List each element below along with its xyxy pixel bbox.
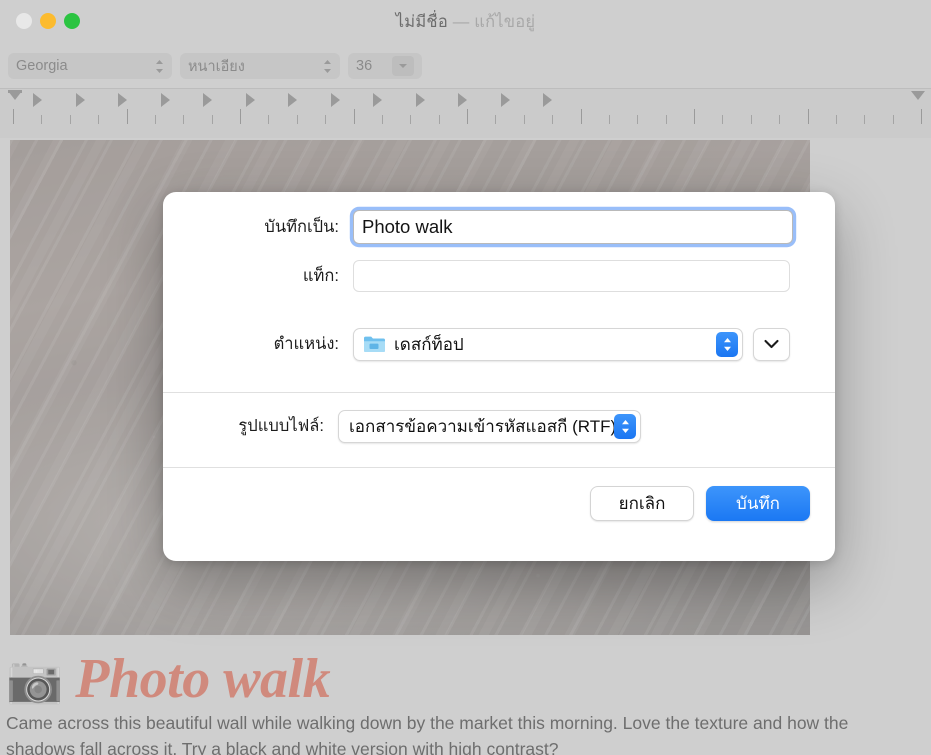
ruler-tick-minor xyxy=(552,115,554,124)
ruler-tick-minor xyxy=(779,115,781,124)
ruler-tick-minor xyxy=(296,115,298,124)
tags-label: แท็ก: xyxy=(302,267,339,285)
ruler-tick-major xyxy=(580,109,582,124)
ruler-tick-minor xyxy=(835,115,837,124)
ruler-tick-major xyxy=(240,109,241,124)
chevron-updown-icon xyxy=(155,59,164,74)
tab-stop-marker[interactable] xyxy=(245,93,255,107)
divider-upper xyxy=(163,392,835,393)
tags-row: แท็ก: xyxy=(163,257,835,295)
file-format-select[interactable]: เอกสารข้อความเข้ารหัสแอสกี (RTF) พร้อมไฟ… xyxy=(338,409,641,443)
ruler-tick-minor xyxy=(325,115,327,124)
tab-stop-marker[interactable] xyxy=(500,93,510,107)
ruler-tick-minor xyxy=(98,115,100,124)
save-button[interactable]: บันทึก xyxy=(706,486,810,521)
ruler-tick-minor xyxy=(438,115,440,124)
tab-stop-marker[interactable] xyxy=(203,93,212,107)
ruler-ticks: 012345678 xyxy=(0,109,931,139)
tab-stop-marker[interactable] xyxy=(75,93,85,107)
ruler-tick-major xyxy=(921,109,922,124)
file-format-value: เอกสารข้อความเข้ารหัสแอสกี (RTF) พร้อมไฟ… xyxy=(349,416,614,436)
ruler-tick-minor xyxy=(750,115,752,124)
left-indent-marker[interactable] xyxy=(8,91,22,100)
chevron-down-icon[interactable] xyxy=(392,56,414,76)
window-title: ไม่มีชื่อ — แก้ไขอยู่ xyxy=(0,9,931,35)
ruler-tick-minor xyxy=(154,115,156,124)
tab-stop-marker[interactable] xyxy=(118,93,127,107)
where-row: ตำแหน่ง: เดสก์ท็อป xyxy=(163,324,835,364)
where-value: เดสก์ท็อป xyxy=(394,334,464,354)
chevron-down-icon xyxy=(764,339,779,349)
ruler-tick-major xyxy=(13,109,14,124)
blue-folder-icon xyxy=(364,336,385,352)
headline-text: Photo walk xyxy=(75,648,331,710)
ruler-tick-minor xyxy=(211,115,213,124)
tab-stop-marker[interactable] xyxy=(458,93,467,107)
ruler-tick-major xyxy=(126,109,128,124)
camera-emoji-icon: 📷 xyxy=(6,653,64,705)
ruler-tick-minor xyxy=(268,115,270,124)
save-as-input[interactable] xyxy=(353,210,793,244)
tab-stop-marker[interactable] xyxy=(288,93,297,107)
chevron-updown-icon xyxy=(323,59,332,74)
save-as-label: บันทึกเป็น: xyxy=(264,218,339,236)
save-as-row: บันทึกเป็น: xyxy=(163,208,835,246)
ruler-tick-minor xyxy=(495,115,497,124)
edited-state-label: แก้ไขอยู่ xyxy=(474,13,536,31)
ruler-tick-minor xyxy=(381,115,383,124)
ruler-tick-minor xyxy=(892,115,894,124)
font-style-value: หนาเอียง xyxy=(188,58,245,75)
divider-lower xyxy=(163,467,835,468)
ruler-tick-minor xyxy=(608,115,610,124)
document-headline: 📷 Photo walk xyxy=(0,643,931,715)
ruler-tick-minor xyxy=(722,115,724,124)
ruler-tick-major xyxy=(807,109,809,124)
format-toolbar: Georgia หนาเอียง 36 B I U xyxy=(0,44,931,123)
tags-input[interactable] xyxy=(353,260,790,292)
tab-stop-marker[interactable] xyxy=(33,93,42,107)
save-dialog: บันทึกเป็น: แท็ก: ตำแหน่ง: เดสก์ท็อป xyxy=(163,192,835,561)
expand-browser-button[interactable] xyxy=(753,327,790,361)
window-titlebar: ไม่มีชื่อ — แก้ไขอยู่ xyxy=(0,0,931,44)
ruler-tick-minor xyxy=(410,115,412,124)
ruler-tick-minor xyxy=(523,115,525,124)
ruler-tick-minor xyxy=(69,115,71,124)
ruler-tick-minor xyxy=(637,115,639,124)
document-ruler[interactable]: 012345678 xyxy=(0,88,931,139)
cancel-button[interactable]: ยกเลิก xyxy=(590,486,694,521)
font-size-select[interactable]: 36 xyxy=(348,53,422,79)
tab-stop-marker[interactable] xyxy=(543,93,552,107)
ruler-tick-minor xyxy=(183,115,185,124)
ruler-tick-major xyxy=(467,109,468,124)
ruler-tick-major xyxy=(694,109,695,124)
font-family-select[interactable]: Georgia xyxy=(8,53,172,79)
font-size-value: 36 xyxy=(356,58,373,74)
file-format-row: รูปแบบไฟล์: เอกสารข้อความเข้ารหัสแอสกี (… xyxy=(163,406,835,446)
ruler-tick-minor xyxy=(41,115,43,124)
title-separator: — xyxy=(452,13,470,31)
right-indent-marker[interactable] xyxy=(911,91,925,100)
tab-stop-marker[interactable] xyxy=(330,93,340,107)
ruler-tick-major xyxy=(353,109,355,124)
where-select[interactable]: เดสก์ท็อป xyxy=(353,327,743,361)
font-style-select[interactable]: หนาเอียง xyxy=(180,53,340,79)
chevron-updown-icon[interactable] xyxy=(716,331,738,357)
tab-stop-marker[interactable] xyxy=(160,93,170,107)
document-title: ไม่มีชื่อ xyxy=(395,13,448,31)
tab-stop-marker[interactable] xyxy=(415,93,425,107)
ruler-tick-minor xyxy=(665,115,667,124)
file-format-label: รูปแบบไฟล์: xyxy=(238,417,324,435)
textedit-window: ไม่มีชื่อ — แก้ไขอยู่ Georgia หนาเอียง 3… xyxy=(0,0,931,755)
tab-stop-marker[interactable] xyxy=(373,93,382,107)
where-label: ตำแหน่ง: xyxy=(273,335,339,353)
ruler-tick-minor xyxy=(864,115,866,124)
chevron-updown-icon[interactable] xyxy=(614,413,636,439)
font-family-value: Georgia xyxy=(16,58,68,74)
dialog-buttons: ยกเลิก บันทึก xyxy=(590,486,810,521)
document-body-text: Came across this beautiful wall while wa… xyxy=(6,713,849,755)
